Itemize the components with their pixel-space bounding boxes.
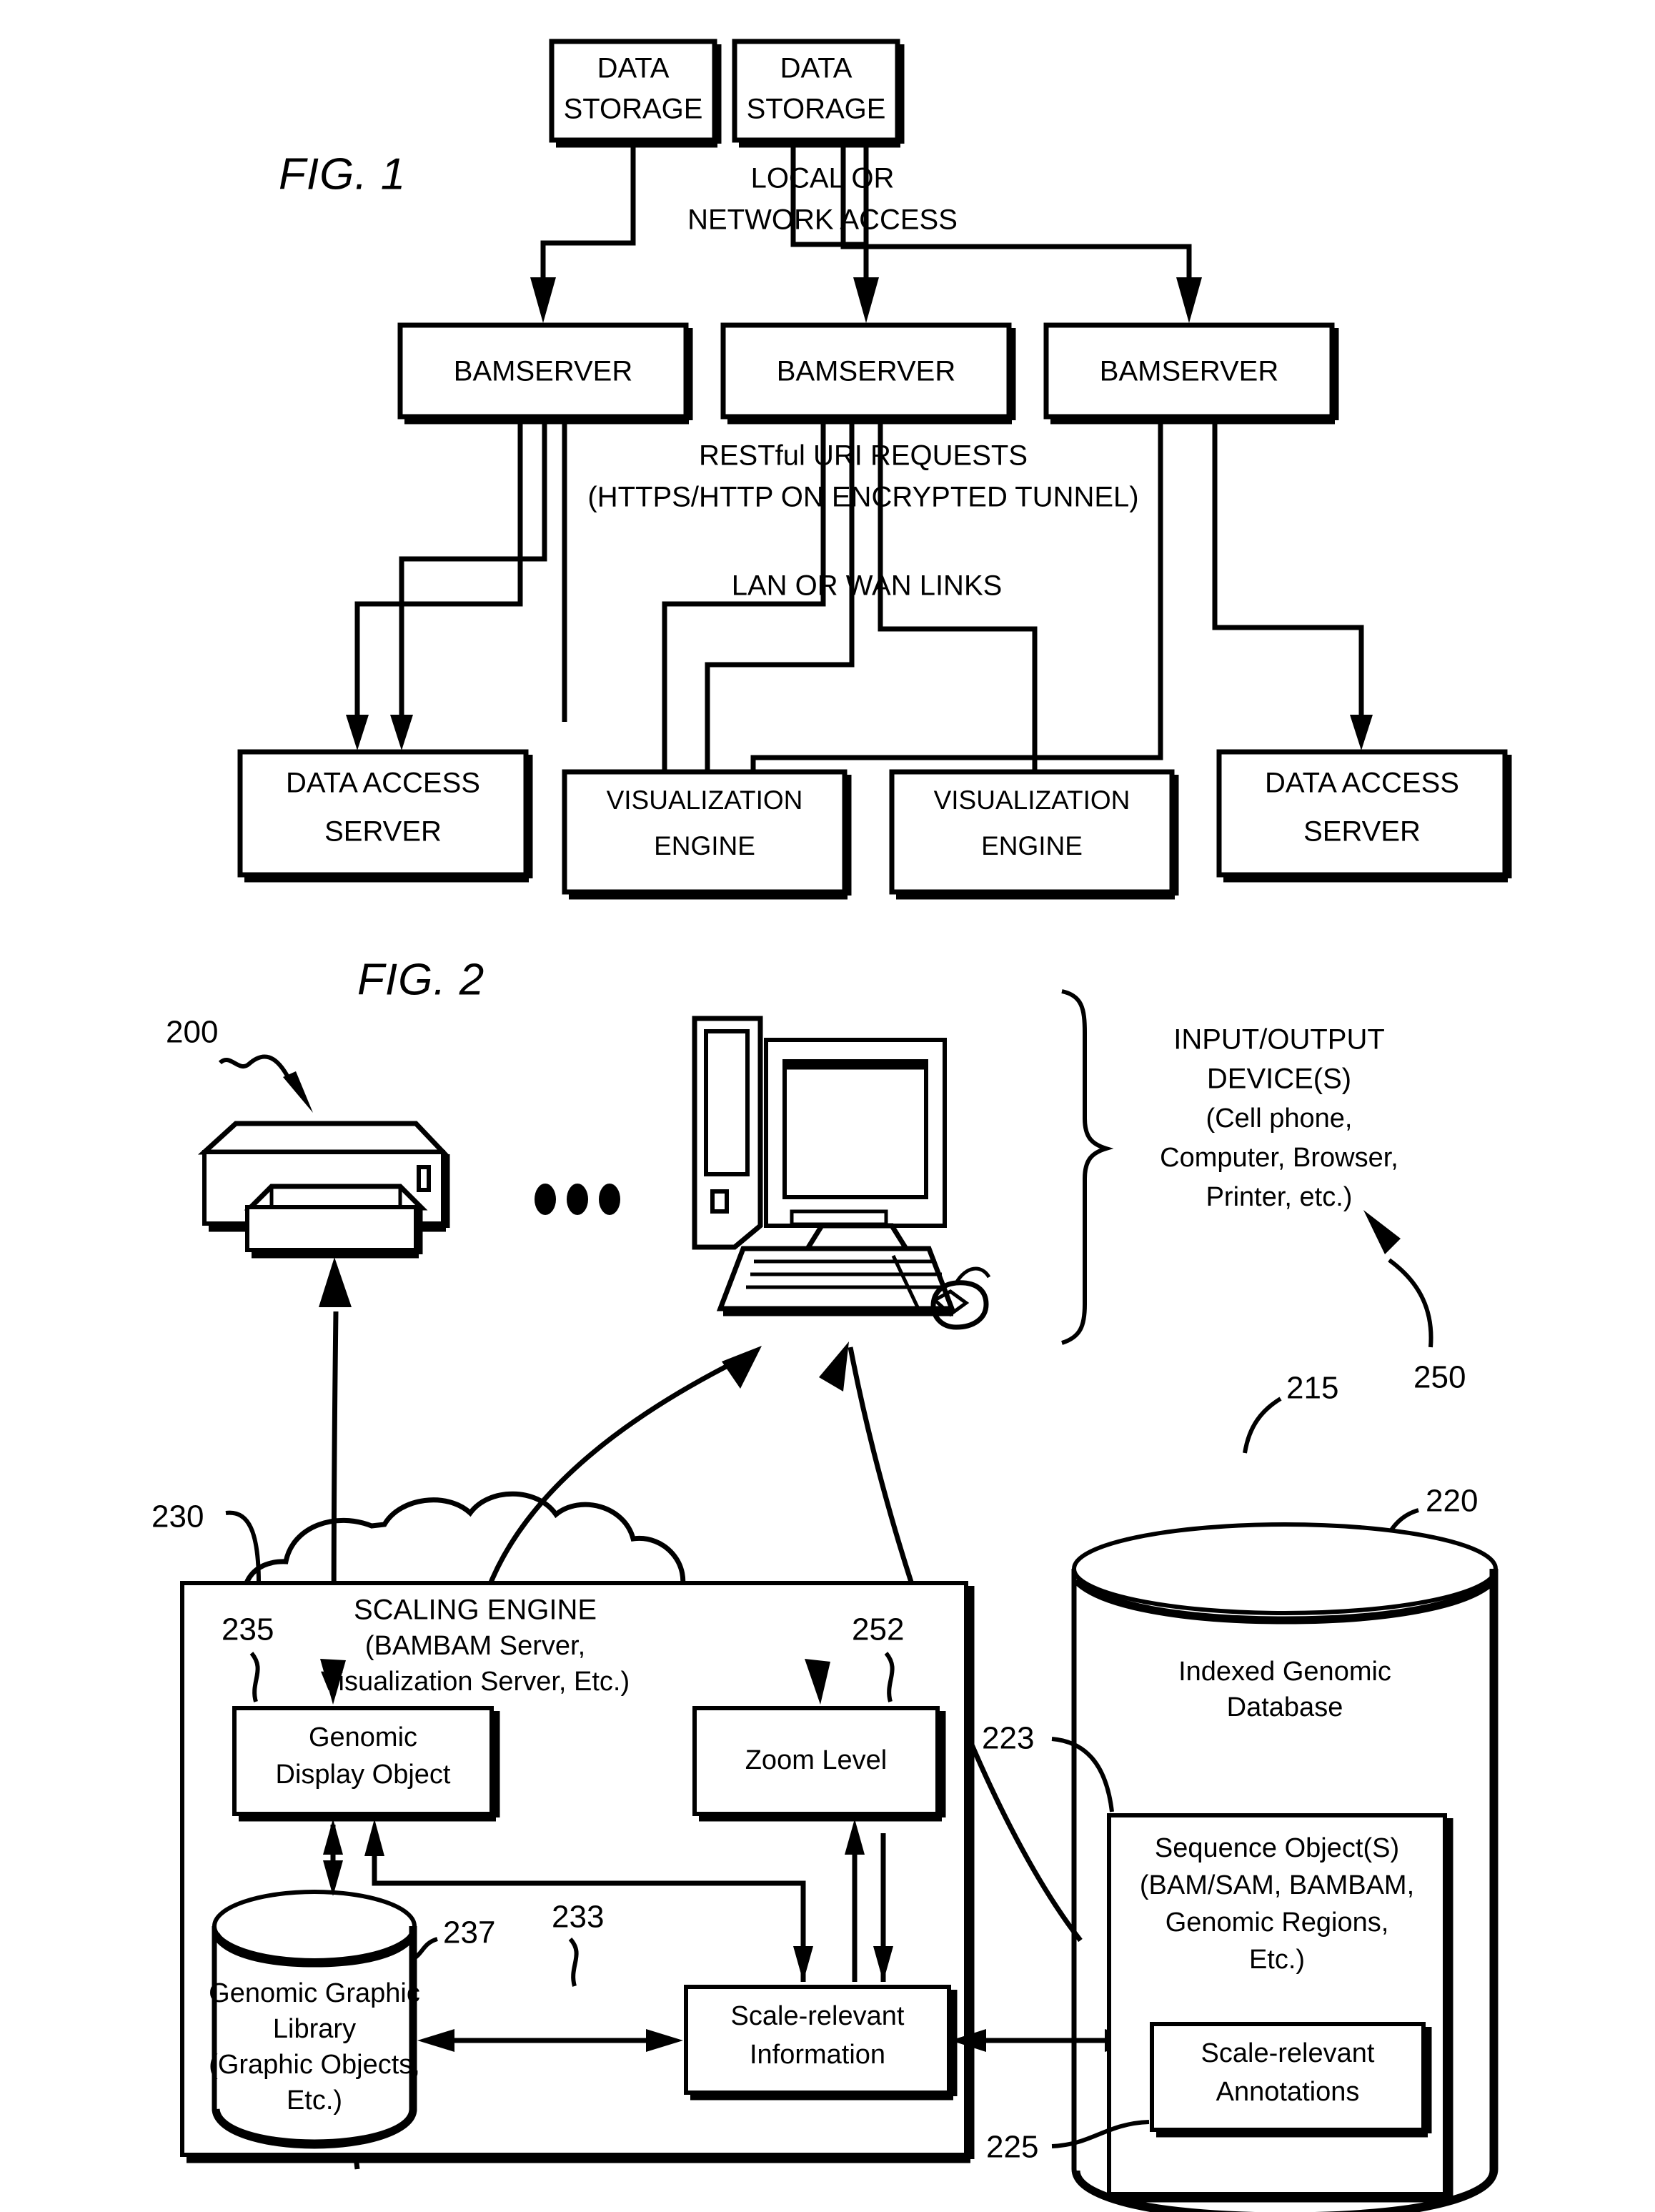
indexed-genomic-database-line2: Database (1227, 1692, 1343, 1722)
figure-1: FIG. 1 DATA STORAGE DATA STORAGE LOCAL O… (237, 39, 1512, 900)
local-or-network-access-line1: LOCAL OR (751, 163, 895, 194)
ref-200-leader (218, 1054, 291, 1080)
genomic-graphic-library-line1: Genomic Graphic (209, 1978, 420, 2008)
sequence-objects-line3: Genomic Regions, (1166, 1908, 1389, 1938)
indexed-genomic-database-line1: Indexed Genomic (1178, 1657, 1391, 1687)
restful-uri-requests-line2: (HTTPS/HTTP ON ENCRYPTED TUNNEL) (587, 482, 1138, 513)
visualization-engine-2-line2: ENGINE (981, 831, 1083, 861)
arrowhead-to-data-access-server-2 (1350, 715, 1373, 750)
figure-1-label: FIG. 1 (279, 149, 406, 199)
curly-brace-icon (1061, 989, 1114, 1345)
scale-relevant-information-line1: Scale-relevant (731, 2001, 905, 2031)
bamserver-2-label: BAMSERVER (777, 356, 955, 387)
figure-2: FIG. 2 200 INPUT/OUTPUT DEVICE(S) (Cell … (151, 955, 1499, 2212)
ref-235-label: 235 (222, 1612, 274, 1647)
storage-to-bamserver-wires (540, 144, 1192, 277)
io-devices-line2: DEVICE(S) (1207, 1063, 1351, 1095)
sequence-objects-line2: (BAM/SAM, BAMBAM, (1140, 1870, 1414, 1900)
restful-uri-requests-line1: RESTful URI REQUESTS (699, 440, 1028, 472)
bamserver-3-label: BAMSERVER (1100, 356, 1278, 387)
scale-relevant-annotations-line1: Scale-relevant (1201, 2038, 1375, 2068)
scale-relevant-annotations-line2: Annotations (1216, 2077, 1360, 2107)
data-storage-box-1: DATA STORAGE (549, 39, 722, 148)
genomic-graphic-library-line2: Library (273, 2014, 356, 2044)
zoom-level-box: Zoom Level (692, 1706, 946, 1822)
ref-215-leader (1243, 1397, 1282, 1454)
arrowhead-to-printer (319, 1257, 352, 1307)
ref-215-label: 215 (1286, 1371, 1338, 1406)
scaling-engine-line2: (BAMBAM Server, (365, 1631, 585, 1661)
ref-200-arrowhead (283, 1071, 313, 1113)
bamserver-box-3: BAMSERVER (1043, 322, 1339, 425)
genomic-graphic-library-line4: Etc.) (287, 2085, 342, 2116)
computer-icon (692, 1016, 991, 1330)
ellipsis-icon (535, 1184, 620, 1215)
ref-233-label: 233 (552, 1900, 604, 1935)
patent-figure-page: FIG. 1 DATA STORAGE DATA STORAGE LOCAL O… (0, 0, 1655, 2212)
visualization-engine-box-2: VISUALIZATION ENGINE (889, 769, 1179, 900)
ref-225-label: 225 (986, 2130, 1038, 2165)
ref-220-label: 220 (1426, 1484, 1478, 1519)
arrowhead-to-bamserver-1 (530, 277, 556, 323)
io-devices-line4: Computer, Browser, (1160, 1143, 1398, 1173)
data-storage-1-line1: DATA (597, 53, 670, 84)
figure-2-label: FIG. 2 (357, 955, 484, 1004)
lan-or-wan-links-label: LAN OR WAN LINKS (732, 570, 1003, 602)
io-devices-line5: Printer, etc.) (1206, 1182, 1353, 1212)
ref-223-label: 223 (982, 1721, 1034, 1756)
bamserver-1-label: BAMSERVER (454, 356, 632, 387)
arrowhead-to-data-access-server-1-b (390, 715, 413, 750)
data-storage-1-line2: STORAGE (564, 94, 703, 125)
visualization-engine-1-line1: VISUALIZATION (607, 785, 803, 815)
printer-icon (197, 1121, 450, 1259)
visualization-engine-box-1: VISUALIZATION ENGINE (562, 769, 852, 900)
sequence-objects-box: Sequence Object(S) (BAM/SAM, BAMBAM, Gen… (1107, 1813, 1453, 2203)
data-storage-2-line2: STORAGE (747, 94, 886, 125)
io-devices-label: INPUT/OUTPUT DEVICE(S) (Cell phone, Comp… (1160, 1024, 1398, 1212)
io-devices-line3: (Cell phone, (1206, 1103, 1353, 1134)
ref-250-arrowhead (1363, 1210, 1401, 1254)
visualization-engine-2-line1: VISUALIZATION (934, 785, 1130, 815)
io-devices-line1: INPUT/OUTPUT (1173, 1024, 1385, 1056)
arrowhead-to-data-access-server-1-a (346, 715, 369, 750)
data-access-server-box-2: DATA ACCESS SERVER (1216, 749, 1512, 883)
bamserver-box-2: BAMSERVER (720, 322, 1016, 425)
ref-250-label: 250 (1413, 1360, 1466, 1395)
sequence-objects-line4: Etc.) (1249, 1945, 1305, 1975)
ref-237-label: 237 (443, 1915, 495, 1950)
arrowhead-to-computer-a (722, 1346, 762, 1389)
local-or-network-access-line2: NETWORK ACCESS (687, 204, 958, 236)
data-access-server-box-1: DATA ACCESS SERVER (237, 749, 533, 883)
data-storage-box-2: DATA STORAGE (732, 39, 905, 148)
visualization-engine-1-line2: ENGINE (654, 831, 755, 861)
genomic-display-object-line1: Genomic (309, 1722, 417, 1752)
genomic-display-object-line2: Display Object (276, 1760, 451, 1790)
ref-230-label: 230 (151, 1499, 204, 1534)
ref-252-label: 252 (852, 1612, 904, 1647)
scaling-engine-line1: SCALING ENGINE (354, 1594, 597, 1626)
arrowhead-to-bamserver-2 (853, 277, 879, 323)
data-access-server-2-line2: SERVER (1303, 816, 1421, 848)
scale-relevant-information-line2: Information (750, 2040, 885, 2070)
data-storage-2-line1: DATA (780, 53, 853, 84)
arrowhead-to-bamserver-3 (1176, 277, 1202, 323)
bamserver-box-1: BAMSERVER (397, 322, 693, 425)
genomic-display-object-box: Genomic Display Object (232, 1706, 500, 1822)
data-access-server-1-line2: SERVER (324, 816, 442, 848)
data-access-server-2-line1: DATA ACCESS (1265, 768, 1459, 799)
sequence-objects-line1: Sequence Object(S) (1155, 1833, 1399, 1863)
ref-200-label: 200 (166, 1015, 218, 1050)
data-access-server-1-line1: DATA ACCESS (286, 768, 480, 799)
ref-223-leader (1051, 1737, 1114, 1812)
ref-250-leader (1388, 1258, 1433, 1348)
genomic-graphic-library-line3: (Graphic Objects, (209, 2050, 420, 2080)
scale-relevant-information-box: Scale-relevant Information (684, 1985, 958, 2101)
arrowhead-to-computer-b (819, 1341, 849, 1392)
scale-relevant-annotations-box: Scale-relevant Annotations (1150, 2022, 1432, 2138)
scaling-engine-line3: Visualization Server, Etc.) (321, 1667, 630, 1697)
zoom-level-label: Zoom Level (745, 1745, 888, 1775)
